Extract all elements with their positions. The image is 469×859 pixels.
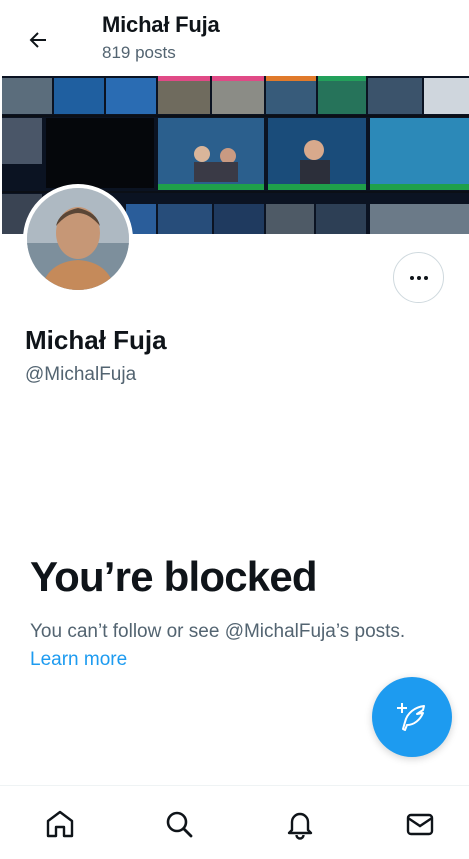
nav-search[interactable] bbox=[159, 804, 199, 844]
learn-more-link[interactable]: Learn more bbox=[30, 649, 127, 670]
header-posts-count: 819 posts bbox=[102, 43, 176, 62]
more-options-button[interactable] bbox=[393, 252, 444, 303]
bottom-navigation-bar bbox=[0, 785, 469, 859]
profile-handle: @MichalFuja bbox=[25, 364, 137, 385]
header-title: Michał Fuja bbox=[102, 12, 220, 37]
bell-icon bbox=[287, 812, 313, 840]
mail-icon bbox=[406, 813, 434, 836]
arrow-left-icon bbox=[29, 32, 46, 48]
compose-feather-icon bbox=[397, 703, 425, 731]
blocked-text: You can’t follow or see @MichalFuja’s po… bbox=[30, 621, 406, 642]
nav-notifications[interactable] bbox=[280, 804, 320, 844]
search-icon bbox=[166, 811, 193, 838]
profile-header: Michał Fuja 819 posts bbox=[0, 0, 469, 76]
profile-avatar[interactable] bbox=[23, 184, 133, 294]
blocked-description: You can’t follow or see @MichalFuja’s po… bbox=[30, 618, 430, 674]
more-dots-icon bbox=[409, 275, 428, 280]
back-button[interactable] bbox=[18, 20, 58, 60]
compose-post-button[interactable] bbox=[372, 677, 452, 757]
blocked-title: You’re blocked bbox=[30, 553, 318, 600]
nav-home[interactable] bbox=[40, 804, 80, 844]
nav-messages[interactable] bbox=[400, 804, 440, 844]
avatar-photo bbox=[27, 188, 129, 290]
home-icon bbox=[46, 810, 74, 838]
profile-display-name: Michał Fuja bbox=[25, 325, 167, 355]
